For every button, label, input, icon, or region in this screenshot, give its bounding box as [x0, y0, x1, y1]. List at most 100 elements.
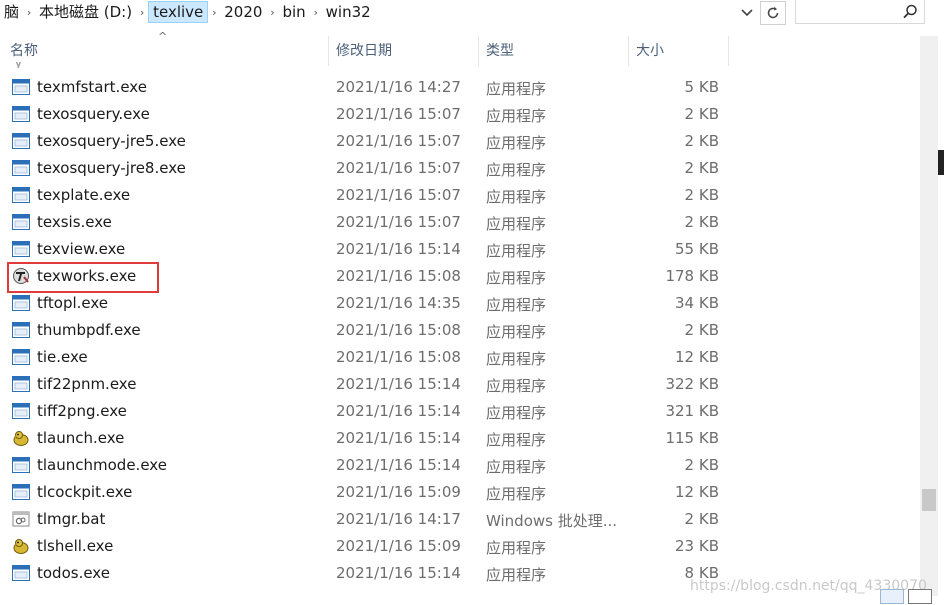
file-row[interactable]: tftopl.exe 2021/1/16 14:35 应用程序 34 KB — [0, 290, 920, 317]
chevron-right-icon[interactable]: › — [23, 6, 35, 19]
file-name: texmfstart.exe — [37, 78, 147, 96]
breadcrumb-item[interactable]: 本地磁盘 (D:) — [35, 1, 136, 23]
file-row[interactable]: texosquery.exe 2021/1/16 15:07 应用程序 2 KB — [0, 101, 920, 128]
file-date: 2021/1/16 15:08 — [336, 348, 461, 366]
file-row[interactable]: texview.exe 2021/1/16 15:14 应用程序 55 KB — [0, 236, 920, 263]
file-type: 应用程序 — [486, 269, 547, 287]
large-icons-view-button[interactable] — [908, 589, 932, 604]
file-type: 应用程序 — [486, 350, 547, 368]
column-date-label: 修改日期 — [336, 43, 392, 59]
file-name: tftopl.exe — [37, 294, 109, 312]
file-date: 2021/1/16 15:07 — [336, 132, 461, 150]
application-icon — [12, 457, 30, 473]
file-size: 5 KB — [684, 78, 719, 96]
chevron-right-icon[interactable]: › — [208, 6, 220, 19]
file-date: 2021/1/16 15:09 — [336, 537, 461, 555]
details-view-button[interactable] — [880, 589, 904, 604]
file-date: 2021/1/16 15:08 — [336, 321, 461, 339]
file-row[interactable]: tlshell.exe 2021/1/16 15:09 应用程序 23 KB — [0, 533, 920, 560]
file-date: 2021/1/16 15:14 — [336, 375, 461, 393]
file-row[interactable]: tlmgr.bat 2021/1/16 14:17 Windows 批处理... 2 … — [0, 506, 920, 533]
file-name: thumbpdf.exe — [37, 321, 141, 339]
file-name: tlcockpit.exe — [37, 483, 133, 501]
file-type: 应用程序 — [486, 242, 547, 260]
breadcrumb-item[interactable]: win32 — [322, 1, 375, 23]
file-date: 2021/1/16 15:09 — [336, 483, 461, 501]
file-name: texsis.exe — [37, 213, 112, 231]
file-row[interactable]: tlaunch.exe 2021/1/16 15:14 应用程序 115 KB — [0, 425, 920, 452]
view-switcher — [880, 589, 932, 605]
window-edge — [938, 0, 944, 605]
search-box[interactable] — [795, 0, 925, 24]
file-row[interactable]: texplate.exe 2021/1/16 15:07 应用程序 2 KB — [0, 182, 920, 209]
file-size: 322 KB — [665, 375, 719, 393]
breadcrumb-item[interactable]: 脑 — [0, 1, 23, 23]
file-row[interactable]: texsis.exe 2021/1/16 15:07 应用程序 2 KB — [0, 209, 920, 236]
file-type: 应用程序 — [486, 566, 547, 584]
file-type: 应用程序 — [486, 161, 547, 179]
file-size: 23 KB — [675, 537, 719, 555]
file-name: tlmgr.bat — [37, 510, 106, 528]
vertical-scrollbar[interactable] — [920, 36, 938, 596]
file-size: 2 KB — [684, 186, 719, 204]
file-row[interactable]: tif22pnm.exe 2021/1/16 15:14 应用程序 322 KB — [0, 371, 920, 398]
application-icon — [12, 403, 30, 419]
application-icon — [12, 484, 30, 500]
application-icon — [12, 349, 30, 365]
file-size: 2 KB — [684, 321, 719, 339]
file-row[interactable]: texmfstart.exe 2021/1/16 14:27 应用程序 5 KB — [0, 74, 920, 101]
breadcrumb-item[interactable]: bin — [278, 1, 309, 23]
chevron-right-icon[interactable]: › — [136, 6, 148, 19]
file-type: 应用程序 — [486, 107, 547, 125]
breadcrumb-item[interactable]: 2020 — [220, 1, 266, 23]
file-row[interactable]: tlcockpit.exe 2021/1/16 15:09 应用程序 12 KB — [0, 479, 920, 506]
application-icon — [12, 565, 30, 581]
file-date: 2021/1/16 15:07 — [336, 159, 461, 177]
file-name: todos.exe — [37, 564, 110, 582]
file-date: 2021/1/16 14:27 — [336, 78, 461, 96]
file-row[interactable]: texosquery-jre8.exe 2021/1/16 15:07 应用程序 2 … — [0, 155, 920, 182]
refresh-button[interactable] — [760, 1, 786, 25]
file-type: 应用程序 — [486, 485, 547, 503]
file-date: 2021/1/16 15:14 — [336, 240, 461, 258]
file-size: 178 KB — [665, 267, 719, 285]
application-icon — [12, 214, 30, 230]
application-icon — [12, 241, 30, 257]
file-row[interactable]: tlaunchmode.exe 2021/1/16 15:14 应用程序 2 KB — [0, 452, 920, 479]
breadcrumb-item[interactable]: texlive — [148, 1, 209, 23]
file-date: 2021/1/16 15:14 — [336, 564, 461, 582]
application-icon — [12, 322, 30, 338]
file-date: 2021/1/16 14:17 — [336, 510, 461, 528]
batch-file-icon — [12, 511, 30, 527]
file-name: tlaunchmode.exe — [37, 456, 167, 474]
file-date: 2021/1/16 14:35 — [336, 294, 461, 312]
file-row[interactable]: tiff2png.exe 2021/1/16 15:14 应用程序 321 KB — [0, 398, 920, 425]
file-row[interactable]: tie.exe 2021/1/16 15:08 应用程序 12 KB — [0, 344, 920, 371]
address-dropdown-button[interactable] — [736, 3, 758, 23]
file-date: 2021/1/16 15:14 — [336, 402, 461, 420]
file-date: 2021/1/16 15:07 — [336, 186, 461, 204]
column-size-label: 大小 — [636, 43, 664, 59]
file-size: 2 KB — [684, 159, 719, 177]
window-edge-mark — [938, 150, 944, 175]
file-size: 2 KB — [684, 213, 719, 231]
file-row[interactable]: texosquery-jre5.exe 2021/1/16 15:07 应用程序 2 … — [0, 128, 920, 155]
file-name: tif22pnm.exe — [37, 375, 137, 393]
breadcrumb: 脑 › 本地磁盘 (D:) › texlive › 2020 › bin › win32 — [0, 1, 735, 23]
file-type: Windows 批处理... — [486, 512, 618, 530]
file-name: tiff2png.exe — [37, 402, 127, 420]
file-size: 34 KB — [675, 294, 719, 312]
file-date: 2021/1/16 15:14 — [336, 429, 461, 447]
column-type-label: 类型 — [486, 43, 514, 59]
scrollbar-thumb[interactable] — [922, 489, 936, 511]
file-size: 2 KB — [684, 456, 719, 474]
chevron-right-icon[interactable]: › — [266, 6, 278, 19]
file-row[interactable]: thumbpdf.exe 2021/1/16 15:08 应用程序 2 KB — [0, 317, 920, 344]
file-name: tlshell.exe — [37, 537, 114, 555]
chevron-right-icon[interactable]: › — [310, 6, 322, 19]
file-type: 应用程序 — [486, 377, 547, 395]
search-icon[interactable] — [903, 4, 918, 19]
refresh-icon — [767, 6, 779, 19]
column-name-label: 名称 — [10, 43, 38, 59]
search-input[interactable] — [799, 1, 903, 23]
